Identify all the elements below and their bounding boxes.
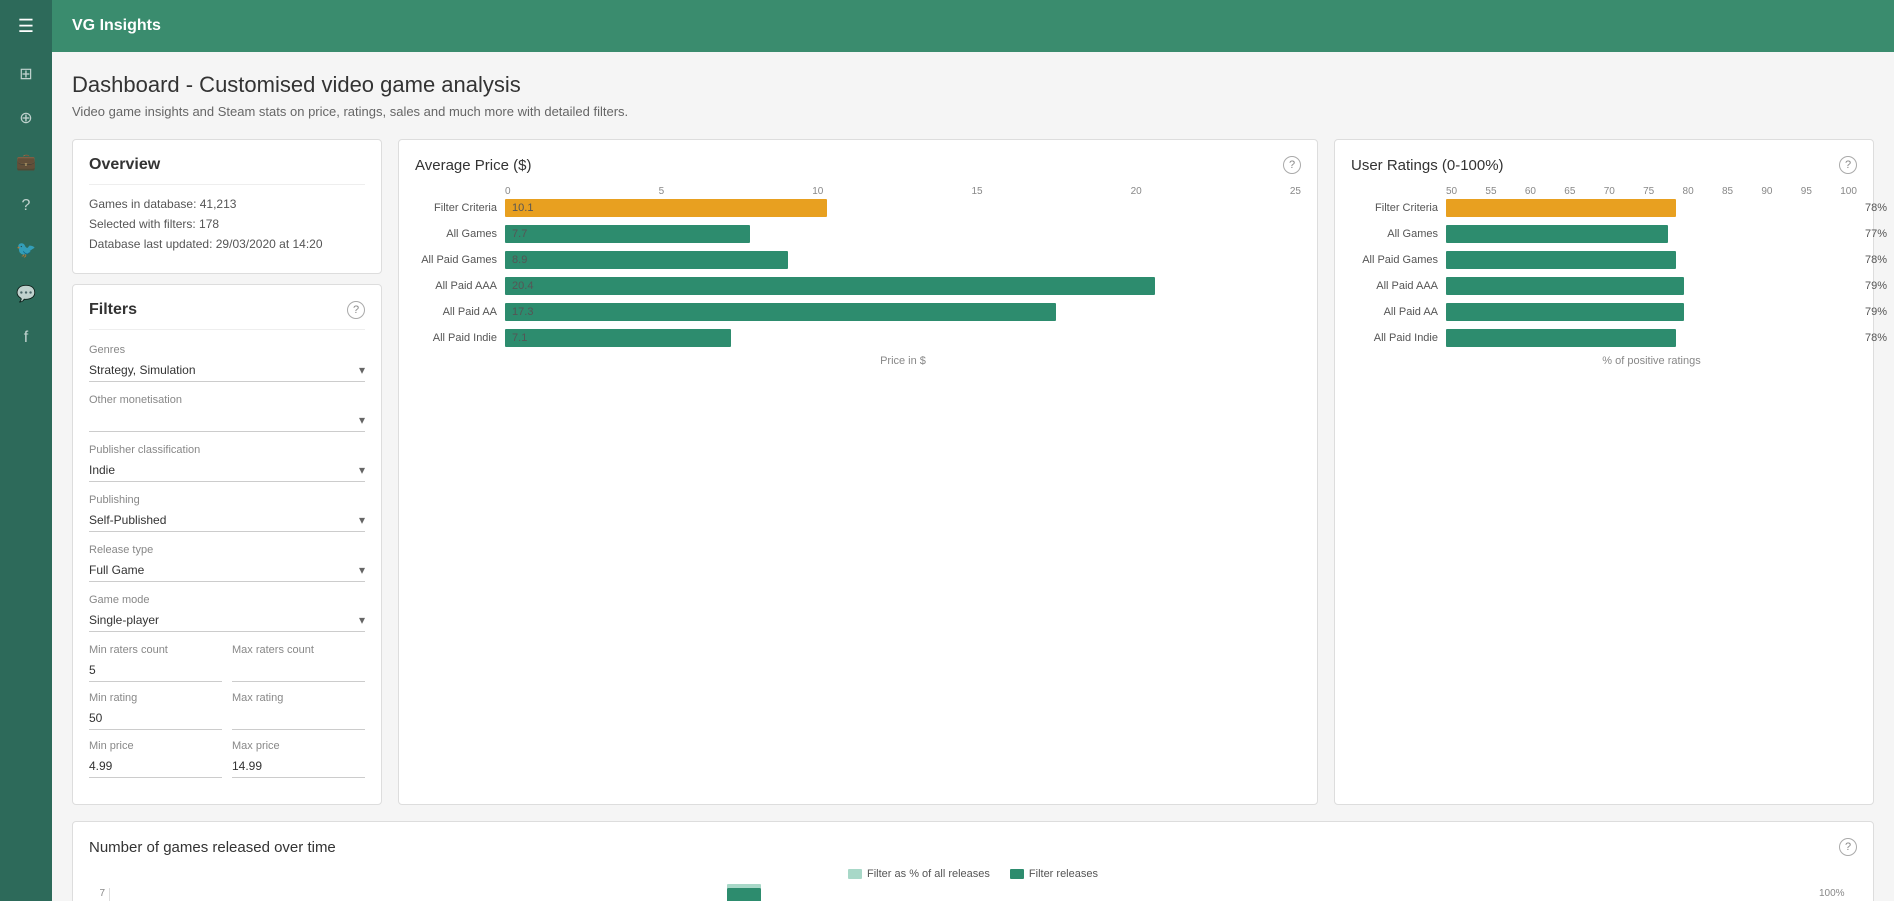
genres-filter: Genres Strategy, Simulation [89, 344, 365, 382]
sidebar-icon-twitter[interactable]: 🐦 [0, 228, 52, 272]
min-raters-group: Min raters count [89, 644, 222, 682]
max-raters-group: Max raters count [232, 644, 365, 682]
max-rating-input[interactable] [232, 707, 365, 730]
avg-price-header: Average Price ($) ? [415, 156, 1301, 174]
avg-price-help-icon[interactable]: ? [1283, 156, 1301, 174]
time-chart-header: Number of games released over time ? [89, 838, 1857, 856]
sidebar-icon-facebook[interactable]: f [0, 316, 52, 360]
min-rating-group: Min rating [89, 692, 222, 730]
games-in-db: Games in database: 41,213 [89, 197, 365, 211]
filters-header: Filters ? [89, 301, 365, 330]
last-updated: Database last updated: 29/03/2020 at 14:… [89, 237, 365, 251]
publishing-select[interactable]: Self-Published [89, 509, 365, 532]
user-ratings-card: User Ratings (0-100%) ? 5055606570758085… [1334, 139, 1874, 805]
release-type-filter: Release type Full Game [89, 544, 365, 582]
monetisation-label: Other monetisation [89, 394, 365, 406]
min-raters-input[interactable] [89, 659, 222, 682]
time-chart-card: Number of games released over time ? Fil… [72, 821, 1874, 901]
monetisation-select[interactable] [89, 409, 365, 432]
user-ratings-header: User Ratings (0-100%) ? [1351, 156, 1857, 174]
max-price-input[interactable] [232, 755, 365, 778]
user-ratings-help-icon[interactable]: ? [1839, 156, 1857, 174]
legend-filter-pct: Filter as % of all releases [848, 868, 990, 880]
max-rating-group: Max rating [232, 692, 365, 730]
filters-title: Filters [89, 301, 137, 319]
max-raters-input[interactable] [232, 659, 365, 682]
legend-filter-releases-label: Filter releases [1029, 868, 1098, 880]
genres-select[interactable]: Strategy, Simulation [89, 359, 365, 382]
legend-filter-releases-icon [1010, 869, 1024, 879]
min-price-group: Min price [89, 740, 222, 778]
sidebar-icon-plus[interactable]: ⊕ [0, 96, 52, 140]
legend-filter-releases: Filter releases [1010, 868, 1098, 880]
min-raters-label: Min raters count [89, 644, 222, 656]
game-mode-label: Game mode [89, 594, 365, 606]
sidebar-icon-briefcase[interactable]: 💼 [0, 140, 52, 184]
topbar: VG Insights [52, 0, 1894, 52]
release-type-select[interactable]: Full Game [89, 559, 365, 582]
avg-price-card: Average Price ($) ? 0510152025 Filter Cr… [398, 139, 1318, 805]
sidebar-toggle[interactable]: ☰ [0, 0, 52, 52]
min-price-input[interactable] [89, 755, 222, 778]
filters-card: Filters ? Genres Strategy, Simulation Ot… [72, 284, 382, 805]
rating-row: Min rating Max rating [89, 692, 365, 730]
time-chart-help-icon[interactable]: ? [1839, 838, 1857, 856]
game-mode-filter: Game mode Single-player [89, 594, 365, 632]
sidebar-icon-discord[interactable]: 💬 [0, 272, 52, 316]
selected-filters: Selected with filters: 178 [89, 217, 365, 231]
max-price-label: Max price [232, 740, 365, 752]
page-title: Dashboard - Customised video game analys… [72, 72, 1874, 98]
time-chart-container: 76543210 [89, 888, 1857, 901]
overview-title: Overview [89, 156, 365, 185]
min-rating-label: Min rating [89, 692, 222, 704]
publishing-label: Publishing [89, 494, 365, 506]
min-rating-input[interactable] [89, 707, 222, 730]
publisher-filter: Publisher classification Indie [89, 444, 365, 482]
max-raters-label: Max raters count [232, 644, 365, 656]
user-ratings-chart: 50556065707580859095100 Filter Criteria … [1351, 186, 1857, 367]
sidebar-icon-help[interactable]: ? [0, 184, 52, 228]
legend-filter-pct-label: Filter as % of all releases [867, 868, 990, 880]
publisher-label: Publisher classification [89, 444, 365, 456]
raters-count-row: Min raters count Max raters count [89, 644, 365, 682]
game-mode-select[interactable]: Single-player [89, 609, 365, 632]
monetisation-filter: Other monetisation [89, 394, 365, 432]
min-price-label: Min price [89, 740, 222, 752]
time-chart-title: Number of games released over time [89, 839, 336, 856]
sidebar: ☰ ⊞ ⊕ 💼 ? 🐦 💬 f [0, 0, 52, 901]
user-ratings-title: User Ratings (0-100%) [1351, 157, 1504, 174]
legend-filter-pct-icon [848, 869, 862, 879]
price-row: Min price Max price [89, 740, 365, 778]
max-rating-label: Max rating [232, 692, 365, 704]
max-price-group: Max price [232, 740, 365, 778]
content-area: Dashboard - Customised video game analys… [52, 52, 1894, 901]
page-subtitle: Video game insights and Steam stats on p… [72, 104, 1874, 119]
release-type-label: Release type [89, 544, 365, 556]
app-title: VG Insights [72, 17, 161, 35]
main-content: VG Insights Dashboard - Customised video… [52, 0, 1894, 901]
sidebar-icon-dashboard[interactable]: ⊞ [0, 52, 52, 96]
filters-help-icon[interactable]: ? [347, 301, 365, 319]
time-chart-legend: Filter as % of all releases Filter relea… [89, 868, 1857, 880]
avg-price-title: Average Price ($) [415, 157, 531, 174]
publishing-filter: Publishing Self-Published [89, 494, 365, 532]
avg-price-chart: 0510152025 Filter Criteria 10.1 All Game… [415, 186, 1301, 367]
genres-label: Genres [89, 344, 365, 356]
publisher-select[interactable]: Indie [89, 459, 365, 482]
overview-card: Overview Games in database: 41,213 Selec… [72, 139, 382, 274]
